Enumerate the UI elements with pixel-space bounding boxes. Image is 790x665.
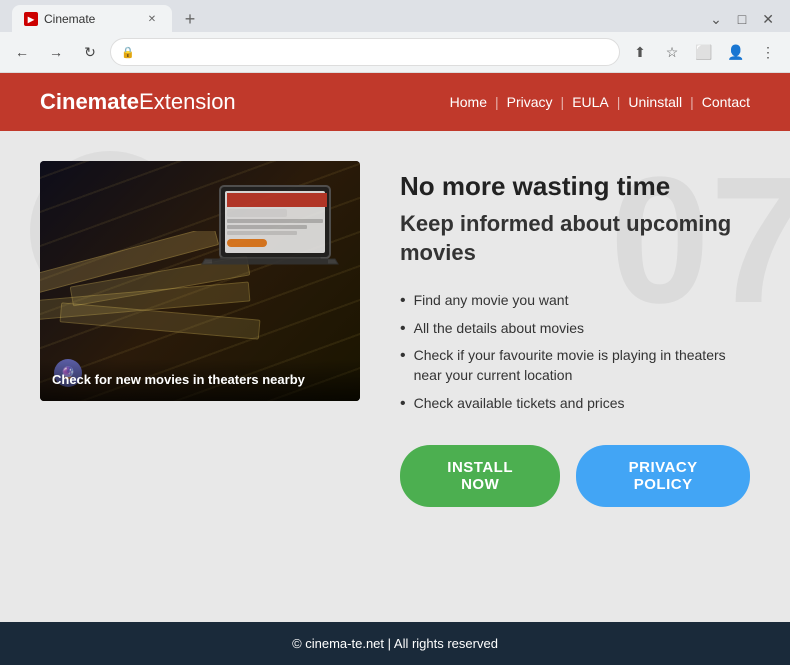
share-icon[interactable]: ⬆ xyxy=(626,38,654,66)
movie-image: 🔮 Check for new movies in theaters nearb… xyxy=(40,161,360,401)
close-button[interactable]: ✕ xyxy=(758,9,778,30)
laptop-svg xyxy=(190,181,350,291)
forward-button[interactable]: → xyxy=(42,38,70,66)
site-nav: Home | Privacy | EULA | Uninstall | Cont… xyxy=(450,94,750,110)
new-tab-button[interactable]: + xyxy=(176,5,204,33)
menu-icon[interactable]: ⋮ xyxy=(754,38,782,66)
cta-buttons: INSTALL NOW PRIVACY POLICY xyxy=(400,445,750,507)
nav-sep-2: | xyxy=(561,94,565,110)
nav-contact[interactable]: Contact xyxy=(702,94,750,110)
extension-icon[interactable]: ⬜ xyxy=(690,38,718,66)
feature-text-1: Find any movie you want xyxy=(414,291,569,311)
footer-copyright: © cinema-te.net | All rights reserved xyxy=(292,636,498,651)
privacy-policy-button[interactable]: PRIVACY POLICY xyxy=(576,445,750,507)
main-heading: No more wasting time xyxy=(400,171,750,202)
tab-favicon: ▶ xyxy=(24,12,38,26)
nav-sep-4: | xyxy=(690,94,694,110)
bullet-4: • xyxy=(400,394,406,413)
site-header: CinemateExtension Home | Privacy | EULA … xyxy=(0,73,790,131)
logo-bold: Cinemate xyxy=(40,89,139,114)
content-row: 🔮 Check for new movies in theaters nearb… xyxy=(0,131,790,622)
browser-toolbar: ← → ↻ 🔒 ⬆ ☆ ⬜ 👤 ⋮ xyxy=(0,32,790,72)
minimize-button[interactable]: ⌄ xyxy=(706,9,726,30)
tab-title: Cinemate xyxy=(44,12,95,26)
restore-button[interactable]: □ xyxy=(734,9,750,29)
active-tab[interactable]: ▶ Cinemate ✕ xyxy=(12,5,172,33)
feature-item-1: • Find any movie you want xyxy=(400,287,750,315)
back-button[interactable]: ← xyxy=(8,38,36,66)
website-container: CinemateExtension Home | Privacy | EULA … xyxy=(0,73,790,665)
browser-titlebar: ▶ Cinemate ✕ + ⌄ □ ✕ xyxy=(0,0,790,32)
address-bar[interactable]: 🔒 xyxy=(110,38,620,66)
right-content: No more wasting time Keep informed about… xyxy=(400,161,750,507)
site-main: 07 xyxy=(0,131,790,622)
nav-sep-3: | xyxy=(617,94,621,110)
site-logo: CinemateExtension xyxy=(40,89,236,115)
toolbar-actions: ⬆ ☆ ⬜ 👤 ⋮ xyxy=(626,38,782,66)
feature-text-3: Check if your favourite movie is playing… xyxy=(414,346,750,385)
lock-icon: 🔒 xyxy=(121,46,135,59)
nav-eula[interactable]: EULA xyxy=(572,94,609,110)
nav-uninstall[interactable]: Uninstall xyxy=(628,94,682,110)
nav-home[interactable]: Home xyxy=(450,94,487,110)
nav-privacy[interactable]: Privacy xyxy=(507,94,553,110)
bullet-2: • xyxy=(400,319,406,338)
refresh-button[interactable]: ↻ xyxy=(76,38,104,66)
feature-item-3: • Check if your favourite movie is playi… xyxy=(400,342,750,389)
logo-regular: Extension xyxy=(139,89,236,114)
feature-item-4: • Check available tickets and prices xyxy=(400,390,750,418)
browser-chrome: ▶ Cinemate ✕ + ⌄ □ ✕ ← → ↻ 🔒 ⬆ ☆ ⬜ 👤 ⋮ xyxy=(0,0,790,73)
bullet-3: • xyxy=(400,346,406,365)
feature-list: • Find any movie you want • All the deta… xyxy=(400,287,750,417)
browser-tabs: ▶ Cinemate ✕ + xyxy=(12,5,204,33)
bullet-1: • xyxy=(400,291,406,310)
sub-heading: Keep informed about upcoming movies xyxy=(400,210,750,267)
site-footer: © cinema-te.net | All rights reserved xyxy=(0,622,790,665)
tab-close-button[interactable]: ✕ xyxy=(144,11,160,27)
feature-text-2: All the details about movies xyxy=(414,319,584,339)
feature-text-4: Check available tickets and prices xyxy=(414,394,625,414)
install-now-button[interactable]: INSTALL NOW xyxy=(400,445,560,507)
movie-caption: Check for new movies in theaters nearby xyxy=(52,371,348,389)
movie-caption-overlay: Check for new movies in theaters nearby xyxy=(40,359,360,401)
window-controls: ⌄ □ ✕ xyxy=(706,9,778,30)
bookmark-icon[interactable]: ☆ xyxy=(658,38,686,66)
nav-sep-1: | xyxy=(495,94,499,110)
feature-item-2: • All the details about movies xyxy=(400,315,750,343)
profile-icon[interactable]: 👤 xyxy=(722,38,750,66)
